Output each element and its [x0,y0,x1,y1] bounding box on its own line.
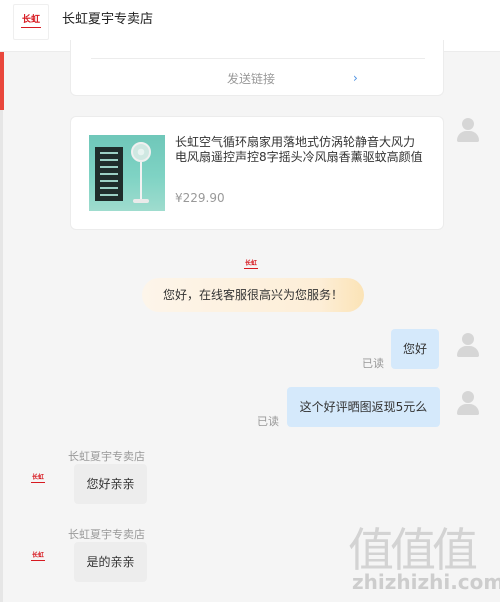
seller-message-bubble[interactable]: 是的亲亲 [74,542,147,582]
user-avatar-icon [456,333,480,357]
seller-avatar: 长虹 [30,474,46,484]
fan-head [131,142,151,162]
seller-logo-text: 长虹 [31,474,44,481]
seller-name: 长虹夏宇专卖店 [68,528,145,541]
product-title[interactable]: 长虹空气循环扇家用落地式仿涡轮静音大风力电风扇遥控声控8字摇头冷风扇香薰驱蚊高颜… [175,135,425,165]
product-image-panel [95,147,123,201]
welcome-logo: 长虹 [243,260,259,272]
chevron-right-icon[interactable]: › [353,71,358,85]
read-status: 已读 [362,357,384,370]
logo-underline [21,27,41,28]
seller-name: 长虹夏宇专卖店 [68,450,145,463]
product-card[interactable]: 长虹空气循环扇家用落地式仿涡轮静音大风力电风扇遥控声控8字摇头冷风扇香薰驱蚊高颜… [70,116,444,230]
welcome-logo-text: 长虹 [244,260,257,267]
user-message-bubble[interactable]: 这个好评晒图返现5元么 [287,387,440,427]
welcome-message: 您好，在线客服很高兴为您服务！ [142,278,364,312]
seller-logo-text: 长虹 [31,552,44,559]
product-price: ¥229.90 [175,191,225,205]
watermark-logo: 值值值 zhizhizhi.com [348,514,500,598]
user-message-bubble[interactable]: 您好 [391,329,439,369]
fan-pole [140,162,142,200]
send-link-card: 发送链接 › [70,40,444,96]
scrollbar[interactable] [0,110,3,602]
active-indicator [0,52,4,110]
read-status: 已读 [257,415,279,428]
store-logo-text: 长虹 [21,15,40,25]
store-name[interactable]: 长虹夏宇专卖店 [62,8,153,27]
fan-base [133,199,149,203]
seller-avatar: 长虹 [30,552,46,562]
seller-message-bubble[interactable]: 您好亲亲 [74,464,147,504]
divider [91,58,425,59]
user-avatar-icon [456,118,480,142]
product-image[interactable] [89,135,165,211]
user-avatar-icon [456,391,480,415]
store-logo[interactable]: 长虹 [13,4,49,40]
watermark-domain: zhizhizhi.com [352,570,500,594]
send-link-button[interactable]: 发送链接 [227,70,275,87]
